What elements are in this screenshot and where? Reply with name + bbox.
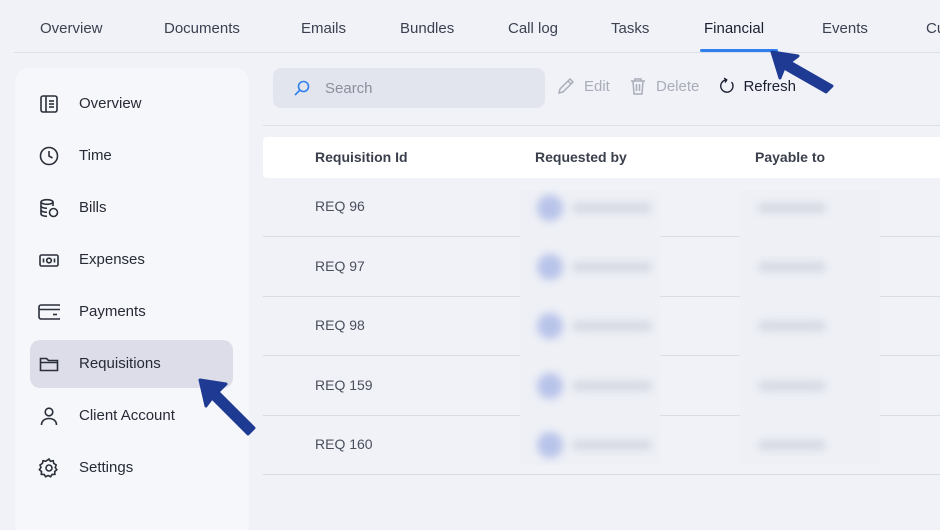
sidebar-item-label: Overview [79,95,142,112]
redacted-name [572,440,652,450]
tab-events[interactable]: Events [822,20,868,37]
redacted-payee [758,203,826,213]
sidebar-item-label: Expenses [79,251,145,268]
redacted-payee [758,381,826,391]
sidebar-item-overview[interactable]: Overview [30,80,233,128]
redacted-avatar [537,195,563,221]
edit-button[interactable]: Edit [556,75,610,97]
delete-label: Delete [656,77,700,95]
folder-icon [38,353,60,375]
sidebar-item-expenses[interactable]: Expenses [30,236,233,284]
delete-button[interactable]: Delete [628,75,699,97]
sidebar-item-label: Bills [79,199,107,216]
sidebar-item-time[interactable]: Time [30,132,233,180]
redacted-payee [758,262,826,272]
toolbar-divider [263,125,940,126]
refresh-icon [720,77,734,93]
trash-icon [631,78,645,95]
annotation-arrow-icon [770,50,834,94]
search-icon [293,79,311,97]
redacted-name [572,203,652,213]
pencil-icon [557,77,575,95]
sidebar: Overview Time Bills Expenses Payments Re… [15,68,249,530]
clock-icon [38,145,60,167]
redacted-payee [758,440,826,450]
redacted-avatar [537,373,563,399]
user-icon [38,405,60,427]
search-box [273,68,545,108]
sidebar-item-settings[interactable]: Settings [30,444,233,492]
coins-icon [38,197,60,219]
column-header-payable-to[interactable]: Payable to [755,149,825,165]
requisition-id: REQ 96 [315,198,365,214]
redacted-name [572,262,652,272]
column-header-requested-by[interactable]: Requested by [535,149,627,165]
redacted-avatar [537,254,563,280]
sidebar-item-label: Requisitions [79,355,161,372]
edit-label: Edit [584,77,610,95]
tab-overview[interactable]: Overview [40,20,103,37]
sidebar-item-label: Time [79,147,112,164]
table-header: Requisition Id Requested by Payable to [263,137,940,178]
sidebar-item-label: Payments [79,303,146,320]
overview-icon [38,93,60,115]
cash-icon [38,249,60,271]
card-icon [38,301,60,323]
tab-call-log[interactable]: Call log [508,20,558,37]
sidebar-item-bills[interactable]: Bills [30,184,233,232]
tab-bundles[interactable]: Bundles [400,20,454,37]
annotation-arrow-icon [198,378,256,436]
requisition-id: REQ 97 [315,258,365,274]
tab-tasks[interactable]: Tasks [611,20,649,37]
sidebar-item-label: Settings [79,459,134,476]
gear-icon [38,457,60,479]
redacted-avatar [537,432,563,458]
column-header-requisition-id[interactable]: Requisition Id [315,149,408,165]
redacted-name [572,321,652,331]
requisition-id: REQ 159 [315,377,373,393]
tab-emails[interactable]: Emails [301,20,346,37]
requisition-id: REQ 160 [315,436,373,452]
tab-documents[interactable]: Documents [164,20,240,37]
redacted-payee [758,321,826,331]
requisition-id: REQ 98 [315,317,365,333]
search-input[interactable] [325,77,525,99]
tab-financial[interactable]: Financial [704,20,764,37]
tab-cut-off[interactable]: Cu [926,20,940,37]
sidebar-item-payments[interactable]: Payments [30,288,233,336]
redacted-avatar [537,313,563,339]
sidebar-item-label: Client Account [79,407,175,424]
redacted-name [572,381,652,391]
